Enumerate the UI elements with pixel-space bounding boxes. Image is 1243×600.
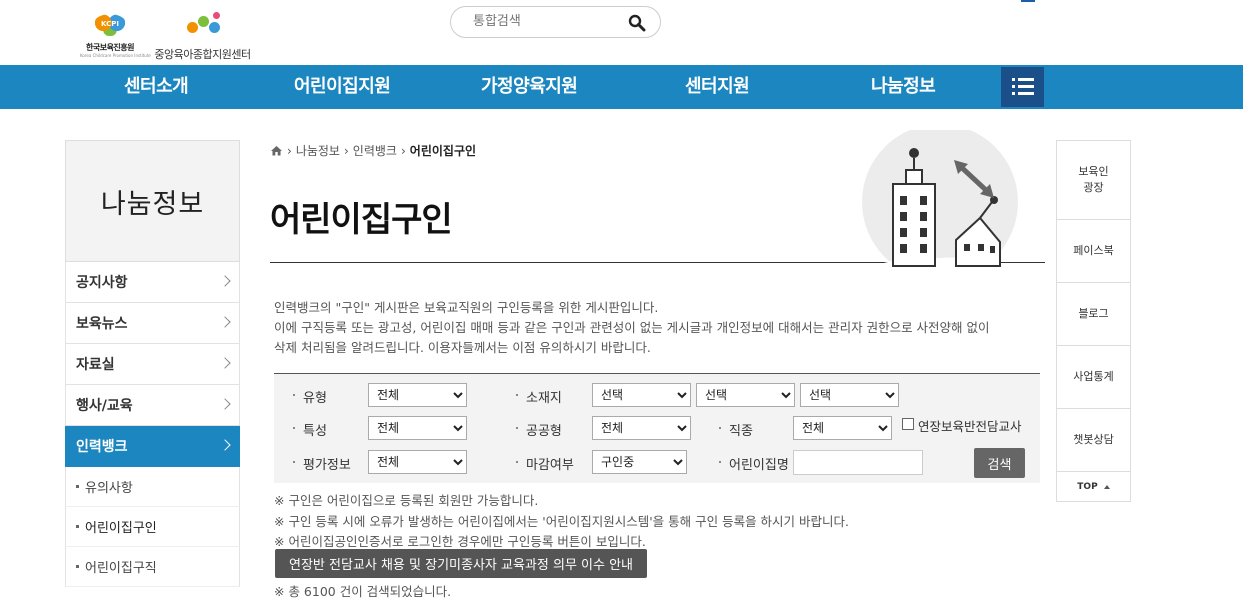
sidebar-item-staff-bank[interactable]: 인력뱅크 [65, 426, 240, 467]
notice-line: ※ 구인은 어린이집으로 등록된 회원만 가능합니다. [274, 493, 539, 508]
extended-teacher-label: 연장보육반전담교사 [918, 419, 1022, 434]
buildings-illustration [862, 130, 1018, 270]
top-label: TOP [1077, 481, 1098, 492]
kcpi-logo[interactable]: KCPI 한국보육진흥원 Korea Childcare Promotion I… [80, 14, 151, 59]
extended-class-notice-button[interactable]: 연장반 전담교사 채용 및 장기미종사자 교육과정 의무 이수 안내 [275, 549, 647, 578]
location-select-1[interactable]: 선택 [592, 383, 691, 407]
search-filter: 유형 전체 소재지 선택 선택 선택 특성 전체 공공형 전체 직종 전체 연장… [274, 373, 1040, 483]
page-title: 어린이집구인 [270, 200, 453, 240]
sidebar-subitem-label: 어린이집구직 [85, 561, 157, 576]
extended-teacher-checkbox[interactable] [902, 418, 914, 430]
sidebar-item-label: 보육뉴스 [76, 316, 128, 332]
sidebar-subitem-job-seek[interactable]: 어린이집구직 [65, 547, 240, 587]
nav-item-center-intro[interactable]: 센터소개 [124, 65, 189, 109]
search-input[interactable] [473, 14, 623, 29]
sidebar-item-label: 자료실 [76, 357, 115, 373]
sidebar-subitem-label: 어린이집구인 [85, 521, 157, 536]
sidebar-subitem-label: 유의사항 [85, 481, 133, 496]
top-button[interactable]: TOP [1056, 472, 1131, 502]
notice-line: ※ 구인 등록 시에 오류가 발생하는 어린이집에서는 '어린이집지원시스템'을… [274, 514, 850, 529]
bullet-icon [76, 565, 79, 568]
chevron-right-icon [219, 357, 231, 369]
breadcrumb-item[interactable]: 나눔정보 [296, 142, 340, 159]
type-select[interactable]: 전체 [368, 383, 467, 407]
quick-item-statistics[interactable]: 사업통계 [1056, 346, 1131, 409]
deadline-label: 마감여부 [516, 454, 574, 473]
sidebar-title: 나눔정보 [65, 140, 240, 262]
home-icon[interactable] [270, 145, 283, 156]
quick-item-chatbot[interactable]: 챗봇상담 [1056, 409, 1131, 472]
notice-line: ※ 어린이집공인인증서로 로그인한 경우에만 구인등록 버튼이 보입니다. [274, 534, 646, 549]
feature-select[interactable]: 전체 [368, 416, 467, 440]
nav-item-daycare-support[interactable]: 어린이집지원 [294, 65, 391, 109]
location-label: 소재지 [516, 387, 562, 406]
deadline-select[interactable]: 구인중 [592, 450, 687, 474]
search-button[interactable]: 검색 [974, 448, 1025, 478]
description-line: 인력뱅크의 "구인" 게시판은 보육교직원의 구인등록을 위한 게시판입니다. [274, 300, 659, 315]
top-accent-line [1021, 0, 1035, 2]
quick-item-plaza[interactable]: 보육인 광장 [1056, 140, 1131, 220]
kcpi-abbr: KCPI [101, 20, 119, 28]
kcpi-logo-mark: KCPI [93, 14, 127, 36]
job-label: 직종 [719, 420, 753, 439]
bullet-icon [76, 485, 79, 488]
sidebar-item-news[interactable]: 보육뉴스 [65, 303, 240, 344]
chevron-right-icon [219, 439, 231, 451]
sidebar-item-archive[interactable]: 자료실 [65, 344, 240, 385]
search-icon[interactable] [628, 14, 646, 32]
kcpi-name: 한국보육진흥원 [85, 43, 135, 52]
job-select[interactable]: 전체 [793, 416, 892, 440]
name-label: 어린이집명 [719, 454, 789, 473]
nav-item-sharing[interactable]: 나눔정보 [871, 65, 936, 109]
sidebar-item-notice[interactable]: 공지사항 [65, 262, 240, 303]
center-logo[interactable]: 중앙육아종합지원센터 [150, 12, 255, 61]
breadcrumb: › 나눔정보 › 인력뱅크 › 어린이집구인 [270, 142, 476, 159]
location-select-3[interactable]: 선택 [800, 383, 899, 407]
eval-select[interactable]: 전체 [368, 450, 467, 474]
quick-menu: 보육인 광장 페이스북 블로그 사업통계 챗봇상담 TOP [1056, 140, 1131, 502]
sidebar-item-label: 인력뱅크 [76, 439, 128, 455]
breadcrumb-current: 어린이집구인 [409, 144, 477, 158]
feature-label: 특성 [293, 420, 327, 439]
type-label: 유형 [293, 387, 327, 406]
sidebar-subitem-caution[interactable]: 유의사항 [65, 467, 240, 507]
breadcrumb-item[interactable]: 인력뱅크 [353, 142, 397, 159]
breadcrumb-separator: › [287, 143, 292, 158]
sidebar-subitem-job-offer[interactable]: 어린이집구인 [65, 507, 240, 547]
kcpi-sub: Korea Childcare Promotion Institute [80, 53, 151, 58]
chevron-right-icon [219, 398, 231, 410]
center-name: 중앙육아종합지원센터 [154, 48, 251, 61]
all-menu-button[interactable] [1001, 67, 1044, 107]
daycare-name-input[interactable] [793, 450, 923, 475]
quick-item-blog[interactable]: 블로그 [1056, 283, 1131, 346]
chevron-right-icon [219, 275, 231, 287]
public-select[interactable]: 전체 [592, 416, 691, 440]
nav-item-center-support[interactable]: 센터지원 [685, 65, 750, 109]
caret-up-icon [1103, 484, 1110, 489]
site-search [450, 6, 661, 38]
sidebar-item-label: 공지사항 [76, 275, 128, 291]
nav-item-home-care[interactable]: 가정양육지원 [481, 65, 578, 109]
quick-item-facebook[interactable]: 페이스북 [1056, 220, 1131, 283]
description-line: 삭제 처리됨을 알려드립니다. 이용자들께서는 이점 유의하시기 바랍니다. [274, 340, 651, 355]
center-logo-mark [183, 12, 223, 40]
result-count: ※ 총 6100 건이 검색되었습니다. [274, 584, 452, 599]
eval-label: 평가정보 [293, 454, 351, 473]
description-line: 이에 구직등록 또는 광고성, 어린이집 매매 등과 같은 구인과 관련성이 없… [274, 320, 990, 335]
sidebar-item-label: 행사/교육 [76, 398, 133, 414]
board-description: 인력뱅크의 "구인" 게시판은 보육교직원의 구인등록을 위한 게시판입니다. … [274, 298, 1044, 358]
chevron-right-icon [219, 316, 231, 328]
bullet-icon [76, 525, 79, 528]
sidebar-item-events[interactable]: 행사/교육 [65, 385, 240, 426]
public-label: 공공형 [516, 420, 562, 439]
left-sidebar: 나눔정보 공지사항 보육뉴스 자료실 행사/교육 인력뱅크 유의사항 어린이집구… [65, 140, 240, 587]
location-select-2[interactable]: 선택 [696, 383, 795, 407]
main-nav: 센터소개 어린이집지원 가정양육지원 센터지원 나눔정보 [0, 65, 1243, 109]
breadcrumb-separator: › [343, 143, 349, 158]
breadcrumb-separator: › [400, 143, 406, 158]
